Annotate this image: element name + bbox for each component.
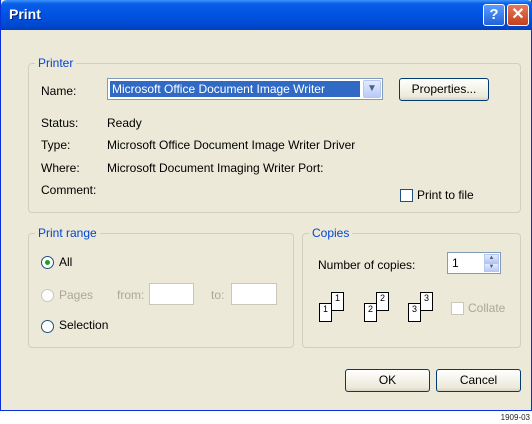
close-icon: ✕: [511, 6, 525, 23]
print-range-selection-radio[interactable]: [41, 320, 54, 333]
title-bar[interactable]: Print ? ✕: [1, 0, 532, 30]
number-of-copies-stepper[interactable]: 1 ▲ ▼: [447, 252, 501, 274]
printer-name-select[interactable]: Microsoft Office Document Image Writer ▼: [107, 78, 383, 100]
where-label: Where:: [41, 161, 80, 175]
name-label: Name:: [41, 84, 77, 98]
number-of-copies-label: Number of copies:: [318, 258, 416, 272]
page-icon: 1: [331, 292, 344, 311]
print-range-group-label: Print range: [38, 226, 97, 240]
help-icon: ?: [489, 6, 499, 23]
status-label: Status:: [41, 116, 79, 130]
collate-label[interactable]: Collate: [468, 301, 505, 315]
properties-button[interactable]: Properties...: [399, 78, 489, 101]
page-icon: 2: [376, 292, 389, 311]
from-label: from:: [117, 288, 145, 302]
print-range-all-label[interactable]: All: [59, 255, 72, 269]
collate-checkbox[interactable]: [451, 302, 464, 315]
print-to-file-label[interactable]: Print to file: [417, 188, 474, 202]
help-button[interactable]: ?: [483, 4, 505, 26]
status-value: Ready: [107, 116, 142, 130]
to-page-field[interactable]: [231, 283, 277, 305]
copies-group: Copies: [302, 226, 521, 348]
type-label: Type:: [41, 138, 71, 152]
print-range-pages-label[interactable]: Pages: [59, 288, 93, 302]
to-label: to:: [211, 288, 225, 302]
print-to-file-checkbox[interactable]: [400, 189, 413, 202]
chevron-down-icon[interactable]: ▼: [484, 263, 499, 272]
page-icon: 2: [364, 303, 377, 322]
printer-name-value: Microsoft Office Document Image Writer: [110, 81, 360, 97]
cancel-button[interactable]: Cancel: [436, 369, 521, 392]
page-icon: 3: [420, 292, 433, 311]
where-value: Microsoft Document Imaging Writer Port:: [107, 161, 324, 175]
print-range-all-radio[interactable]: [41, 256, 54, 269]
chevron-down-icon[interactable]: ▼: [363, 80, 381, 98]
print-range-pages-radio[interactable]: [41, 289, 54, 302]
copies-group-label: Copies: [312, 226, 350, 240]
page-icon: 3: [408, 303, 421, 322]
close-button[interactable]: ✕: [507, 4, 529, 26]
printer-group-label: Printer: [38, 56, 74, 70]
chevron-up-icon[interactable]: ▲: [484, 254, 499, 263]
dialog-title: Print: [9, 6, 41, 22]
page-icon: 1: [319, 303, 332, 322]
ok-button[interactable]: OK: [345, 369, 430, 392]
from-page-field[interactable]: [149, 283, 194, 305]
print-dialog: Print ? ✕ Printer Name: Microsoft Office…: [0, 0, 532, 411]
number-of-copies-value: 1: [452, 256, 459, 270]
comment-label: Comment:: [41, 183, 97, 197]
figure-code: 1909-03: [500, 413, 530, 422]
radio-selected-dot: [45, 260, 50, 265]
type-value: Microsoft Office Document Image Writer D…: [107, 138, 356, 152]
print-range-selection-label[interactable]: Selection: [59, 318, 108, 332]
